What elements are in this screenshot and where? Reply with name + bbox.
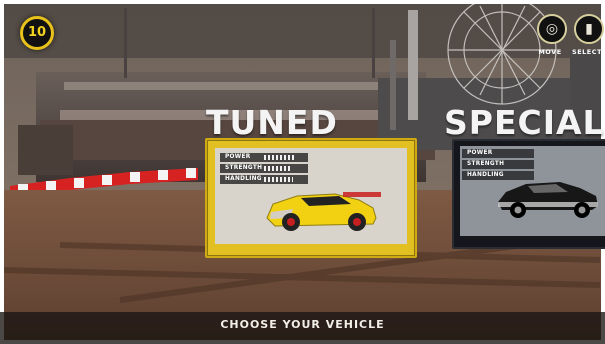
choose-vehicle-prompt: CHOOSE YOUR VEHICLE bbox=[220, 318, 385, 331]
game-scene: TUNED SPECIAL POWER STRENGTH HANDLING PO… bbox=[0, 0, 605, 344]
strength-label: STRENGTH bbox=[225, 165, 263, 171]
handling-bar bbox=[264, 177, 293, 182]
tuned-power-row: POWER bbox=[220, 153, 308, 162]
select-icon[interactable]: ▮ bbox=[574, 14, 604, 44]
special-power-label: POWER bbox=[467, 150, 493, 156]
tuned-handling-row: HANDLING bbox=[220, 175, 308, 184]
special-power-row: POWER bbox=[462, 149, 534, 158]
move-label: MOVE bbox=[538, 48, 562, 56]
tuned-strength-row: STRENGTH bbox=[220, 164, 308, 173]
move-icon[interactable]: ◎ bbox=[537, 14, 567, 44]
power-label: POWER bbox=[225, 154, 251, 160]
handling-label: HANDLING bbox=[225, 176, 262, 182]
special-handling-row: HANDLING bbox=[462, 171, 534, 180]
special-handling-label: HANDLING bbox=[467, 172, 504, 178]
timer-badge: 10 bbox=[20, 16, 54, 50]
special-strength-row: STRENGTH bbox=[462, 160, 534, 169]
special-strength-label: STRENGTH bbox=[467, 161, 505, 167]
strength-bar bbox=[264, 166, 290, 171]
select-label: SELECT bbox=[572, 48, 602, 56]
tuned-heading: TUNED bbox=[206, 103, 338, 142]
special-heading: SPECIAL bbox=[444, 103, 605, 142]
tuned-car-image bbox=[266, 192, 381, 231]
power-bar bbox=[264, 155, 295, 160]
